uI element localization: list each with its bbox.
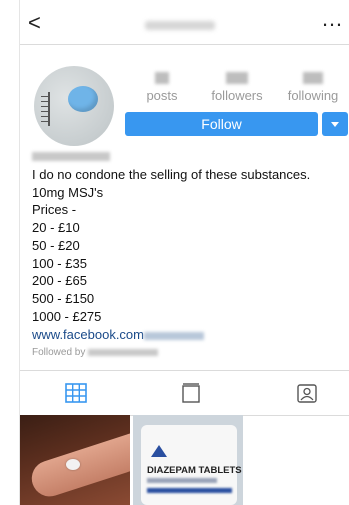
post-thumbnail-pill[interactable] [20, 415, 130, 505]
jar-logo-icon [151, 445, 167, 457]
following-count-blurred [303, 72, 323, 84]
avatar[interactable] [34, 66, 114, 146]
grid-icon[interactable] [65, 383, 87, 403]
posts-count-blurred [155, 72, 169, 84]
jar-label: DIAZEPAM TABLETS [147, 465, 242, 476]
follow-button[interactable]: Follow [125, 112, 318, 136]
profile-bio: I do no condone the selling of these sub… [32, 167, 311, 324]
followed-by[interactable]: Followed by [32, 347, 159, 358]
stat-following[interactable]: following [278, 72, 348, 103]
jar-subtext-blurred [147, 478, 217, 483]
follow-dropdown-button[interactable] [322, 112, 348, 136]
bio-link-text[interactable]: www.facebook.com [32, 327, 144, 342]
username-blurred [145, 21, 215, 30]
tagged-icon[interactable] [296, 383, 318, 403]
bio-link[interactable]: www.facebook.com [32, 327, 204, 342]
jar-graphic: DIAZEPAM TABLETS [141, 425, 242, 505]
stat-followers[interactable]: followers [202, 72, 272, 103]
stat-label: followers [211, 88, 263, 103]
feed-icon[interactable] [180, 383, 202, 403]
jar-maker-blurred [147, 488, 232, 493]
stat-posts[interactable]: posts [127, 72, 197, 103]
post-thumbnail-diazepam[interactable]: DIAZEPAM TABLETS [133, 415, 243, 505]
ruler-graphic [38, 92, 50, 126]
more-options-icon[interactable]: … [321, 6, 344, 32]
stat-label: following [287, 88, 339, 103]
tablet-graphic [66, 459, 80, 470]
followed-by-label: Followed by [32, 347, 86, 358]
followers-count-blurred [226, 72, 248, 84]
bio-link-blurred [144, 331, 204, 340]
profile-tabs [20, 370, 349, 416]
full-name-blurred [32, 152, 110, 161]
pill-graphic [68, 86, 98, 112]
back-icon[interactable]: < [28, 10, 41, 36]
profile-screen: < … posts followers following Follow I d… [19, 0, 349, 505]
stat-label: posts [146, 88, 178, 103]
followed-by-names-blurred [88, 348, 159, 356]
top-bar: < … [20, 0, 349, 45]
